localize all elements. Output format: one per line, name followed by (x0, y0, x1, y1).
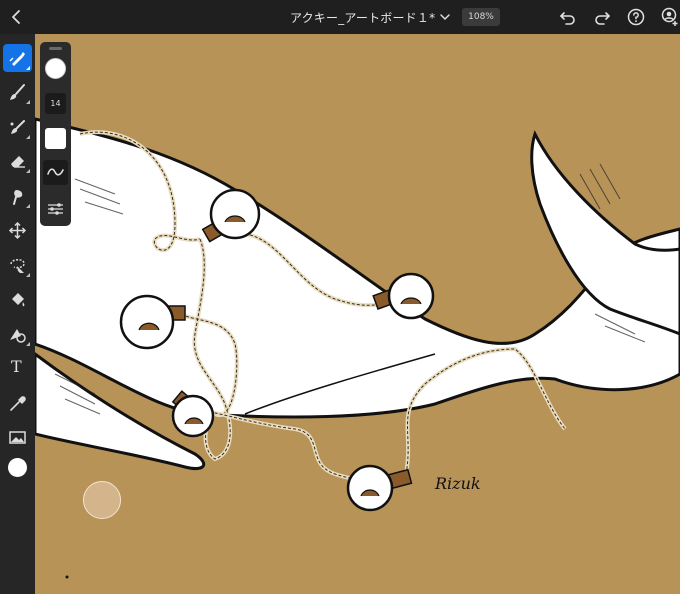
help-icon[interactable] (626, 7, 646, 27)
pixel-brush-tool[interactable] (3, 78, 32, 106)
brush-stroke-icon[interactable] (43, 160, 68, 185)
back-chevron-icon[interactable] (6, 6, 28, 28)
eyedropper-tool[interactable] (3, 389, 32, 417)
smudge-icon (13, 190, 23, 205)
move-icon (8, 221, 27, 240)
fill-tool[interactable] (3, 285, 32, 313)
brush-color-swatch[interactable] (45, 128, 66, 149)
document-title[interactable]: アクキー_アートボード１* (290, 9, 435, 26)
brush-settings-panel: 14 (40, 42, 71, 226)
image-icon (9, 431, 26, 444)
light-bulb (346, 464, 413, 512)
artist-signature: Rizuk (434, 474, 481, 493)
text-icon: T (11, 357, 22, 376)
mixer-brush-icon (10, 120, 25, 134)
whale-illustration: Rizuk (35, 117, 680, 579)
move-tool[interactable] (3, 216, 32, 244)
tool-bar: T (0, 34, 35, 594)
shape-tool[interactable] (3, 320, 32, 348)
invite-user-icon[interactable] (660, 7, 680, 27)
vector-brush-icon (9, 52, 25, 66)
undo-icon[interactable] (558, 7, 578, 27)
shape-icon (10, 329, 26, 343)
zoom-level[interactable]: 108% (462, 8, 500, 26)
redo-icon[interactable] (592, 7, 612, 27)
brush-preview-circle[interactable] (45, 58, 66, 79)
mixer-brush-tool[interactable] (3, 113, 32, 141)
image-tool[interactable] (3, 423, 32, 451)
smudge-tool[interactable] (3, 182, 32, 210)
eyedropper-icon (10, 396, 26, 411)
lasso-select-tool[interactable] (3, 251, 32, 279)
eraser-icon (11, 156, 25, 168)
vector-brush-tool[interactable] (3, 44, 32, 72)
paint-bucket-icon (12, 293, 25, 307)
eraser-tool[interactable] (3, 147, 32, 175)
color-touch-puck[interactable] (83, 481, 121, 519)
artboard-canvas[interactable]: Rizuk (35, 34, 680, 594)
brush-settings-sliders-icon[interactable] (46, 201, 65, 217)
top-bar: アクキー_アートボード１* 108% (0, 0, 680, 34)
color-picker-swatch[interactable] (8, 458, 27, 477)
chevron-down-icon[interactable] (438, 10, 452, 24)
lasso-icon (10, 259, 25, 273)
panel-drag-handle[interactable] (49, 47, 62, 50)
text-tool[interactable]: T (3, 354, 32, 382)
brush-size-field[interactable]: 14 (45, 93, 66, 114)
paint-brush-icon (10, 84, 25, 100)
